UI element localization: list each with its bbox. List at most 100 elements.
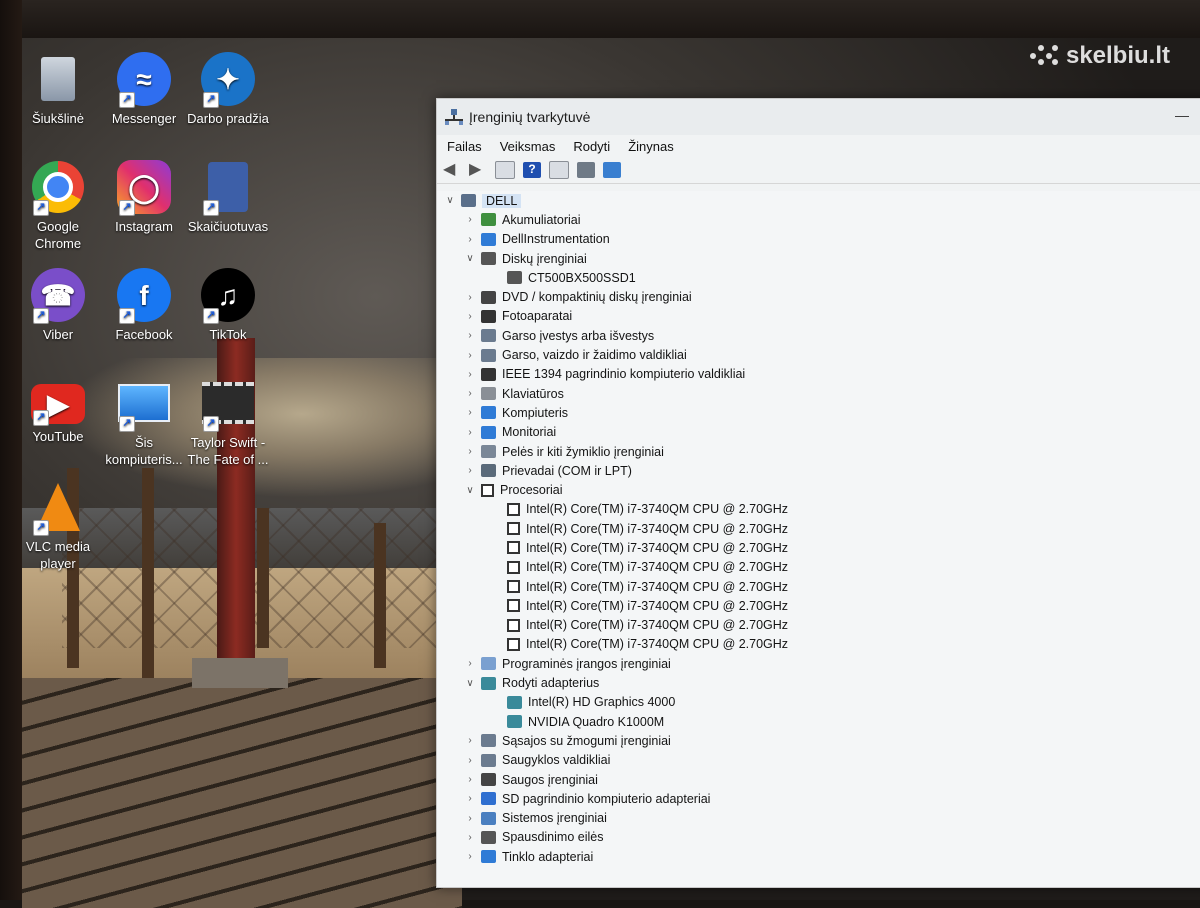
chevron-right-icon[interactable]: › (463, 735, 477, 746)
tree-category[interactable]: › Garso įvestys arba išvestys (437, 326, 1200, 345)
desktop-icon[interactable]: ↗ Šis kompiuteris... (100, 376, 188, 468)
chevron-right-icon[interactable]: › (463, 832, 477, 843)
tree-device[interactable]: Intel(R) Core(TM) i7-3740QM CPU @ 2.70GH… (437, 558, 1200, 577)
tree-category[interactable]: › Programinės įrangos įrenginiai (437, 654, 1200, 673)
printer-icon (481, 830, 496, 844)
tree-device[interactable]: Intel(R) Core(TM) i7-3740QM CPU @ 2.70GH… (437, 635, 1200, 654)
tree-category[interactable]: › Akumuliatoriai (437, 210, 1200, 229)
chevron-right-icon[interactable]: › (463, 774, 477, 785)
chevron-right-icon[interactable]: › (463, 755, 477, 766)
tree-device[interactable]: Intel(R) Core(TM) i7-3740QM CPU @ 2.70GH… (437, 500, 1200, 519)
desktop-icon[interactable]: ✦ ↗ Darbo pradžia (184, 52, 272, 127)
tree-category[interactable]: › Saugyklos valdikliai (437, 751, 1200, 770)
tree-category[interactable]: ∨ Diskų įrenginiai (437, 249, 1200, 268)
speaker-icon (481, 348, 496, 362)
chevron-down-icon[interactable]: ∨ (463, 485, 477, 496)
chevron-down-icon[interactable]: ∨ (463, 253, 477, 264)
tiktok-icon: ♫ ↗ (201, 268, 255, 324)
tree-root[interactable]: ∨ DELL (437, 191, 1200, 210)
tree-category[interactable]: › SD pagrindinio kompiuterio adapteriai (437, 789, 1200, 808)
tree-category[interactable]: › Kompiuteris (437, 403, 1200, 422)
tree-category[interactable]: › Pelės ir kiti žymiklio įrenginiai (437, 442, 1200, 461)
tree-category[interactable]: › Tinklo adapteriai (437, 847, 1200, 866)
chevron-down-icon[interactable]: ∨ (463, 678, 477, 689)
desktop-icon[interactable]: ↗ Google Chrome (14, 160, 102, 252)
chevron-right-icon[interactable]: › (463, 234, 477, 245)
chevron-right-icon[interactable]: › (463, 292, 477, 303)
tree-category-label: Fotoaparatai (502, 309, 573, 324)
tree-category[interactable]: › Fotoaparatai (437, 307, 1200, 326)
tree-category[interactable]: › Sistemos įrenginiai (437, 809, 1200, 828)
tree-category[interactable]: › IEEE 1394 pagrindinio kompiuterio valdi… (437, 365, 1200, 384)
tree-category[interactable]: ∨ Rodyti adapterius (437, 673, 1200, 692)
device-tree[interactable]: ∨ DELL › Akumuliatoriai › DellInstrumentation… (437, 191, 1200, 887)
chevron-right-icon[interactable]: › (463, 214, 477, 225)
tree-category-label: Kompiuteris (502, 405, 568, 420)
chevron-right-icon[interactable]: › (463, 851, 477, 862)
chrome-icon: ↗ (31, 160, 85, 216)
chevron-right-icon[interactable]: › (463, 658, 477, 669)
tree-category[interactable]: › DellInstrumentation (437, 230, 1200, 249)
minimize-button[interactable]: — (1175, 107, 1189, 123)
tree-device[interactable]: Intel(R) Core(TM) i7-3740QM CPU @ 2.70GH… (437, 519, 1200, 538)
desktop-icon[interactable]: ☎ ↗ Viber (14, 268, 102, 343)
menu-file[interactable]: Failas (447, 139, 482, 154)
desktop-icon[interactable]: Šiukšlinė (14, 52, 102, 127)
tree-device[interactable]: Intel(R) HD Graphics 4000 (437, 693, 1200, 712)
chevron-right-icon[interactable]: › (463, 330, 477, 341)
chevron-right-icon[interactable]: › (463, 427, 477, 438)
back-icon[interactable]: ◀ (443, 162, 461, 178)
tree-device[interactable]: Intel(R) Core(TM) i7-3740QM CPU @ 2.70GH… (437, 596, 1200, 615)
menu-action[interactable]: Veiksmas (500, 139, 556, 154)
tree-category[interactable]: › Monitoriai (437, 423, 1200, 442)
chevron-right-icon[interactable]: › (463, 350, 477, 361)
menu-view[interactable]: Rodyti (573, 139, 610, 154)
chevron-right-icon[interactable]: › (463, 813, 477, 824)
tree-device[interactable]: NVIDIA Quadro K1000M (437, 712, 1200, 731)
chevron-right-icon[interactable]: › (463, 388, 477, 399)
forward-icon[interactable]: ▶ (469, 162, 487, 178)
properties-icon[interactable] (495, 161, 515, 179)
tree-category[interactable]: › DVD / kompaktinių diskų įrenginiai (437, 287, 1200, 306)
desktop-icon[interactable]: ↗ Skaičiuotuvas (184, 160, 272, 235)
tree-category[interactable]: › Prievadai (COM ir LPT) (437, 461, 1200, 480)
monitor-icon[interactable] (603, 162, 621, 178)
title-bar[interactable]: Įrenginių tvarkytuvė — (437, 99, 1200, 135)
tree-category[interactable]: › Klaviatūros (437, 384, 1200, 403)
youtube-icon: ▶ ↗ (31, 384, 85, 426)
chevron-right-icon[interactable]: › (463, 793, 477, 804)
chevron-down-icon[interactable]: ∨ (443, 195, 457, 206)
menu-help[interactable]: Žinynas (628, 139, 674, 154)
tree-category[interactable]: › Garso, vaizdo ir žaidimo valdikliai (437, 345, 1200, 364)
tree-device[interactable]: CT500BX500SSD1 (437, 268, 1200, 287)
chevron-right-icon[interactable]: › (463, 446, 477, 457)
desktop-icon[interactable]: ♫ ↗ TikTok (184, 268, 272, 343)
desktop-icon-label: TikTok (209, 327, 247, 342)
desktop-icon[interactable]: ▶ ↗ YouTube (14, 376, 102, 445)
chevron-right-icon[interactable]: › (463, 407, 477, 418)
shortcut-arrow-icon: ↗ (203, 416, 219, 432)
desktop-icon[interactable]: ≈ ↗ Messenger (100, 52, 188, 127)
tree-category[interactable]: › Saugos įrenginiai (437, 770, 1200, 789)
desktop-icon[interactable]: ↗ VLC media player (14, 480, 102, 572)
desktop-icon[interactable]: ◯ ↗ Instagram (100, 160, 188, 235)
tree-category[interactable]: ∨ Procesoriai (437, 480, 1200, 499)
desktop-icon[interactable]: ↗ Taylor Swift - The Fate of ... (184, 376, 272, 468)
desktop-icon[interactable]: f ↗ Facebook (100, 268, 188, 343)
help-icon[interactable]: ? (523, 162, 541, 178)
details-icon[interactable] (549, 161, 569, 179)
tree-device[interactable]: Intel(R) Core(TM) i7-3740QM CPU @ 2.70GH… (437, 538, 1200, 557)
tree-device[interactable]: Intel(R) Core(TM) i7-3740QM CPU @ 2.70GH… (437, 616, 1200, 635)
chevron-right-icon[interactable]: › (463, 465, 477, 476)
plug-icon (481, 367, 496, 381)
device-manager-window[interactable]: Įrenginių tvarkytuvė — Failas Veiksmas R… (436, 98, 1200, 888)
tree-category-label: Procesoriai (500, 483, 563, 498)
tree-category[interactable]: › Sąsajos su žmogumi įrenginiai (437, 731, 1200, 750)
desktop-icon-label: YouTube (32, 429, 84, 444)
chevron-right-icon[interactable]: › (463, 369, 477, 380)
tree-device[interactable]: Intel(R) Core(TM) i7-3740QM CPU @ 2.70GH… (437, 577, 1200, 596)
tree-category[interactable]: › Spausdinimo eilės (437, 828, 1200, 847)
sd-card-icon (481, 792, 496, 806)
chevron-right-icon[interactable]: › (463, 311, 477, 322)
scan-icon[interactable] (577, 162, 595, 178)
